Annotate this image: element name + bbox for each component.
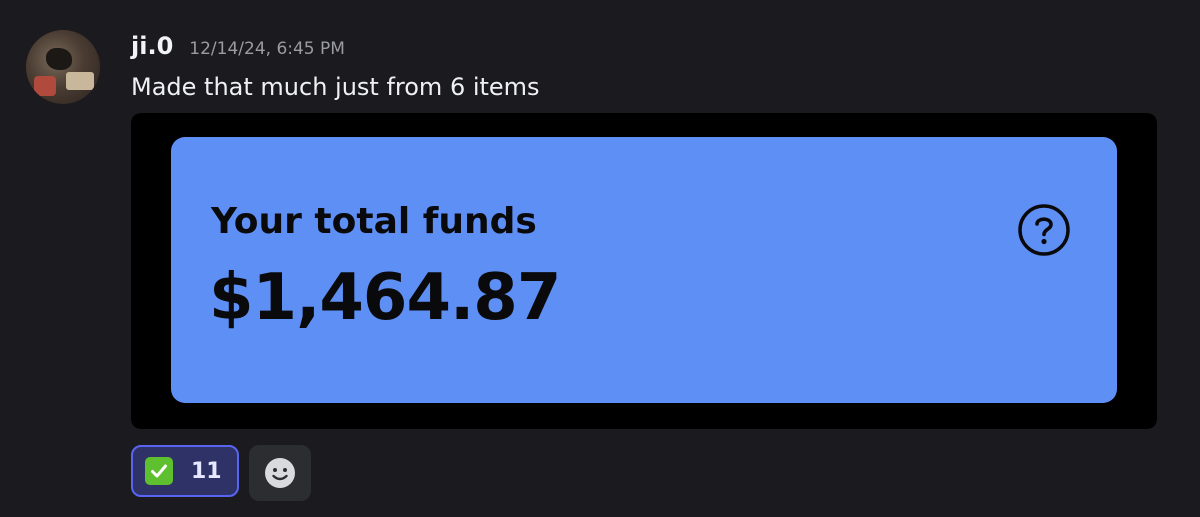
- check-mark-button-icon: [145, 457, 173, 485]
- message-text: Made that much just from 6 items: [131, 73, 540, 101]
- reactions-bar: 11: [131, 445, 311, 501]
- reaction-count: 11: [191, 458, 222, 484]
- funds-card: Your total funds $1,464.87: [171, 137, 1117, 403]
- timestamp[interactable]: 12/14/24, 6:45 PM: [189, 39, 345, 59]
- image-attachment[interactable]: Your total funds $1,464.87: [131, 113, 1157, 429]
- funds-amount: $1,464.87: [209, 261, 561, 335]
- chat-message: ji.0 12/14/24, 6:45 PM Made that much ju…: [0, 0, 1200, 517]
- funds-label: Your total funds: [211, 201, 537, 242]
- avatar[interactable]: [26, 30, 100, 104]
- add-reaction-button[interactable]: [249, 445, 311, 501]
- question-circle-icon: [1018, 204, 1070, 256]
- smiley-face-icon: [265, 458, 295, 488]
- reaction-check-mark[interactable]: 11: [131, 445, 239, 497]
- username[interactable]: ji.0: [131, 32, 173, 60]
- message-header: ji.0 12/14/24, 6:45 PM: [131, 32, 345, 60]
